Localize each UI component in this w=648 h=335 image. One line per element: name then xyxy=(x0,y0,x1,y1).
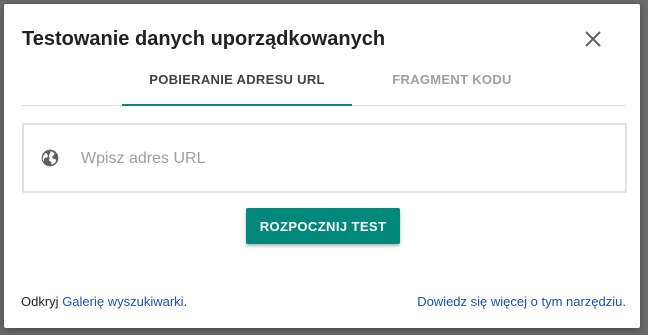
structured-data-testing-dialog: Testowanie danych uporządkowanych POBIER… xyxy=(4,4,640,328)
close-icon xyxy=(585,31,601,47)
dialog-title: Testowanie danych uporządkowanych xyxy=(22,28,386,50)
gallery-link[interactable]: Galerię wyszukiwarki xyxy=(62,294,183,309)
tab-fetch-url[interactable]: POBIERANIE ADRESU URL xyxy=(122,59,352,106)
start-test-button[interactable]: ROZPOCZNIJ TEST xyxy=(246,208,400,244)
url-input[interactable] xyxy=(79,143,603,175)
tab-code-snippet[interactable]: FRAGMENT KODU xyxy=(352,59,552,105)
url-field-container xyxy=(22,123,627,193)
close-button[interactable] xyxy=(581,27,605,51)
globe-icon xyxy=(41,149,59,167)
footer-suffix: . xyxy=(183,294,188,309)
footer-discover: Odkryj Galerię wyszukiwarki. xyxy=(21,294,187,309)
tab-bar: POBIERANIE ADRESU URL FRAGMENT KODU xyxy=(22,59,625,106)
learn-more-link[interactable]: Dowiedz się więcej o tym narzędziu. xyxy=(417,294,626,309)
footer-prefix: Odkryj xyxy=(21,294,59,309)
